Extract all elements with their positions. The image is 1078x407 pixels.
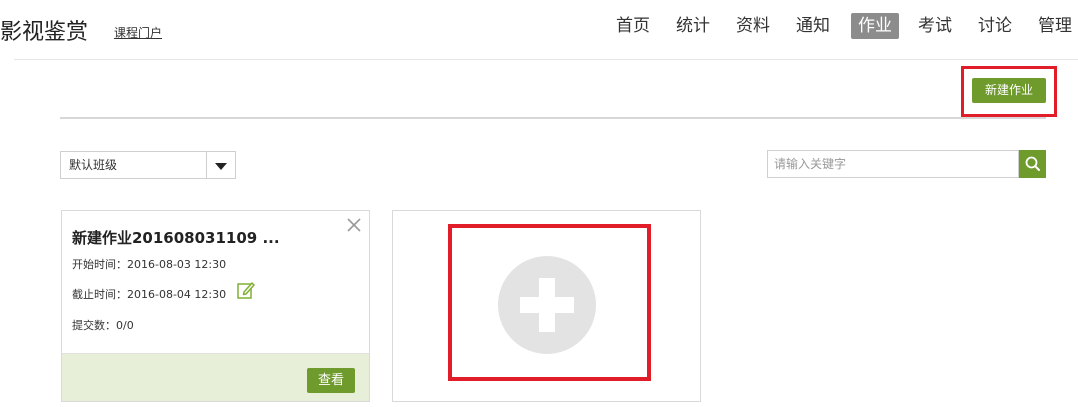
search-button[interactable] [1019, 150, 1046, 178]
submit-count-value: 0/0 [116, 319, 134, 332]
homework-title: 新建作业201608031109 ... [72, 229, 280, 247]
nav-item-notices[interactable]: 通知 [790, 13, 836, 39]
chevron-down-icon[interactable] [206, 152, 235, 178]
close-icon[interactable] [344, 215, 364, 235]
submit-count-label: 提交数： [72, 319, 116, 332]
start-time-label: 开始时间： [72, 258, 127, 271]
nav-item-homework[interactable]: 作业 [851, 13, 899, 39]
nav-item-manage[interactable]: 管理 [1032, 13, 1078, 39]
homework-card-footer: 查看 [62, 353, 369, 401]
homework-submit-count: 提交数：0/0 [72, 317, 134, 333]
end-time-label: 截止时间： [72, 288, 127, 301]
class-select-value: 默认班级 [69, 158, 118, 172]
course-portal-link[interactable]: 课程门户 [114, 24, 162, 41]
class-select[interactable]: 默认班级 [60, 151, 236, 179]
highlight-box-add-homework [448, 224, 651, 381]
section-divider [60, 117, 1046, 119]
nav-item-materials[interactable]: 资料 [730, 13, 776, 39]
homework-start-time: 开始时间：2016-08-03 12:30 [72, 256, 226, 272]
search-icon [1025, 156, 1040, 171]
view-button[interactable]: 查看 [307, 368, 355, 393]
nav-item-discussion[interactable]: 讨论 [972, 13, 1018, 39]
header-divider [14, 59, 1078, 60]
nav-item-home[interactable]: 首页 [610, 13, 656, 39]
edit-icon[interactable] [236, 280, 256, 300]
homework-end-time: 截止时间：2016-08-04 12:30 [72, 286, 226, 302]
nav-item-stats[interactable]: 统计 [670, 13, 716, 39]
start-time-value: 2016-08-03 12:30 [127, 258, 227, 271]
highlight-box-new-homework [961, 66, 1057, 117]
search-input[interactable] [767, 150, 1019, 178]
end-time-value: 2016-08-04 12:30 [127, 288, 227, 301]
nav-item-exams[interactable]: 考试 [912, 13, 958, 39]
homework-card: 新建作业201608031109 ... 开始时间：2016-08-03 12:… [61, 210, 370, 402]
course-title: 影视鉴赏 [0, 20, 89, 45]
